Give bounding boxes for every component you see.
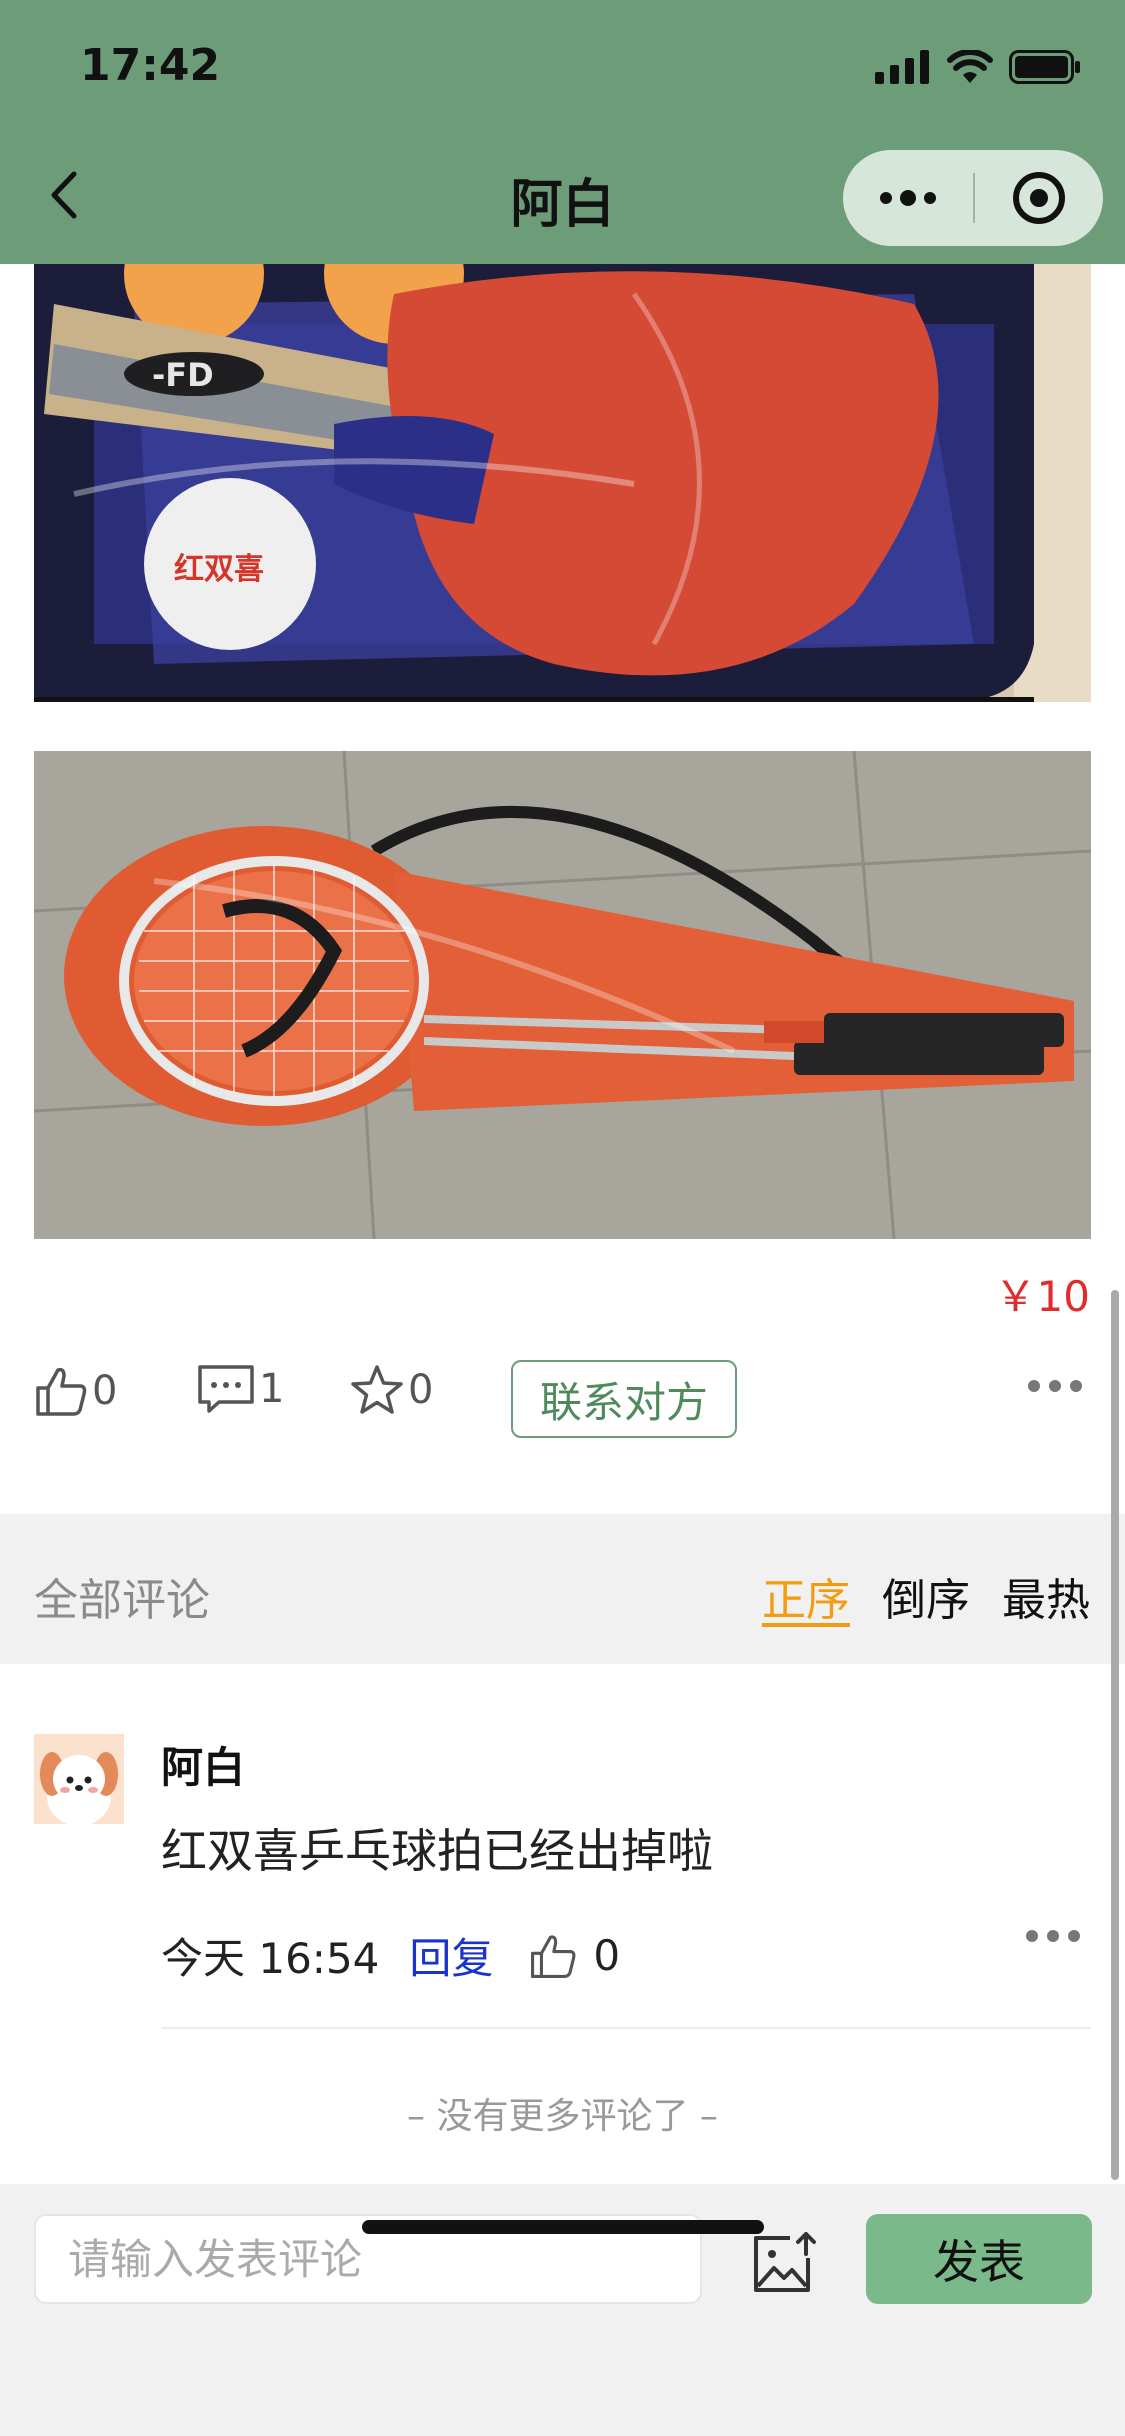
capsule-close-button[interactable] — [975, 150, 1103, 246]
svg-text:-FD: -FD — [152, 356, 214, 394]
pingpong-photo-art: -FD 红双喜 — [34, 264, 1091, 702]
favorite-count: 0 — [408, 1367, 434, 1413]
post-image-badminton[interactable] — [34, 751, 1091, 1239]
more-dots-icon — [1026, 1930, 1080, 1942]
price-label: ￥10 — [994, 1272, 1090, 1321]
comment-more-button[interactable] — [1025, 1928, 1081, 1947]
page: 17:42 阿白 -FD 红双喜 ￥10 0 1 0 联系对方 全部评论 正序 … — [0, 0, 1125, 2436]
app-header: 17:42 阿白 — [0, 0, 1125, 264]
contact-seller-button[interactable]: 联系对方 — [511, 1360, 737, 1438]
no-more-comments: – 没有更多评论了 – — [407, 2096, 718, 2137]
post-actions: 0 1 0 联系对方 — [34, 1354, 1091, 1454]
wifi-icon — [947, 50, 993, 83]
comment-like-button[interactable]: 0 — [529, 1931, 620, 1980]
comment-like-count: 0 — [593, 1931, 621, 1980]
scrollbar[interactable] — [1111, 1290, 1119, 2180]
favorite-action[interactable]: 0 — [350, 1364, 433, 1416]
reply-link[interactable]: 回复 — [409, 1925, 493, 1986]
comment-time: 今天 16:54 — [161, 1934, 380, 1983]
upload-image-button[interactable] — [750, 2230, 820, 2296]
comments-header: 全部评论 正序 倒序 最热 — [0, 1514, 1125, 1664]
sort-hottest-tab[interactable]: 最热 — [1002, 1564, 1090, 1628]
svg-text:红双喜: 红双喜 — [174, 552, 264, 587]
comment-action[interactable]: 1 — [197, 1364, 284, 1414]
badminton-photo-art — [34, 751, 1091, 1239]
comment-count: 1 — [259, 1366, 285, 1412]
sort-descending-tab[interactable]: 倒序 — [882, 1564, 970, 1628]
comment-author[interactable]: 阿白 — [161, 1734, 245, 1795]
star-icon — [351, 1365, 403, 1414]
capsule-more-button[interactable] — [843, 150, 973, 246]
signal-icon — [875, 50, 929, 84]
thumbs-up-icon — [531, 1934, 576, 1978]
commenter-avatar[interactable] — [34, 1734, 124, 1824]
mini-program-capsule — [843, 150, 1103, 246]
post-more-button[interactable] — [1027, 1378, 1083, 1397]
more-dots-icon — [880, 190, 936, 206]
home-indicator — [362, 2220, 764, 2234]
dog-avatar-icon — [34, 1734, 124, 1824]
more-dots-icon — [1028, 1380, 1082, 1392]
post-image-pingpong[interactable]: -FD 红双喜 — [34, 264, 1091, 702]
target-close-icon — [1013, 172, 1065, 224]
comment-meta: 今天 16:54 回复 0 — [161, 1925, 620, 1986]
battery-icon — [1009, 50, 1080, 84]
status-time: 17:42 — [80, 40, 221, 91]
like-action[interactable]: 0 — [34, 1364, 117, 1418]
comment-text: 红双喜乒乓球拍已经出掉啦 — [161, 1824, 713, 1878]
all-comments-label: 全部评论 — [34, 1575, 210, 1626]
comment-divider — [161, 2027, 1091, 2029]
send-button[interactable]: 发表 — [866, 2214, 1092, 2304]
like-count: 0 — [92, 1368, 118, 1414]
image-upload-icon — [754, 2232, 816, 2292]
thumbs-up-icon — [36, 1367, 87, 1416]
comment-bubble-icon — [198, 1365, 254, 1413]
sort-ascending-tab[interactable]: 正序 — [762, 1564, 850, 1628]
status-icons — [875, 50, 1081, 84]
